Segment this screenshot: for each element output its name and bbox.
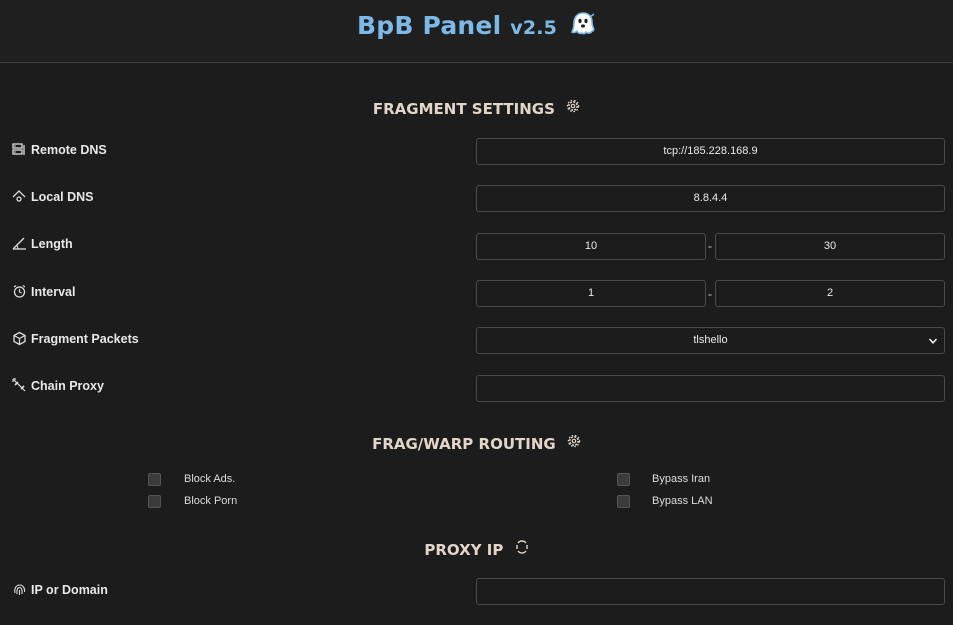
block-ads-label: Block Ads.: [184, 473, 236, 485]
app-title: BpB Panel v2.5: [0, 11, 953, 43]
ip-or-domain-label-text: IP or Domain: [31, 583, 108, 597]
local-dns-input[interactable]: 8.8.4.4: [476, 185, 945, 212]
interval-label-text: Interval: [31, 285, 76, 299]
interval-label: Interval: [12, 284, 75, 299]
block-porn-label: Block Porn: [184, 495, 238, 507]
routing-title: FRAG/WARP ROUTING: [0, 434, 953, 453]
bypass-lan-checkbox[interactable]: [617, 495, 630, 508]
ip-or-domain-input[interactable]: [476, 578, 945, 605]
chain-link-icon: [12, 378, 27, 393]
home-network-icon: [12, 189, 27, 204]
remote-dns-label: Remote DNS: [12, 142, 107, 157]
length-max-input[interactable]: 30: [715, 233, 945, 260]
fingerprint-icon: [12, 582, 27, 597]
remote-dns-label-text: Remote DNS: [31, 143, 107, 157]
bypass-lan-label: Bypass LAN: [652, 495, 713, 507]
length-min-input[interactable]: 10: [476, 233, 706, 260]
interval-separator: -: [708, 287, 712, 301]
length-separator: -: [708, 239, 712, 253]
alarm-clock-icon: [12, 284, 27, 299]
routing-title-text: FRAG/WARP ROUTING: [372, 435, 556, 453]
fragment-packets-selected-value: tlshello: [693, 334, 728, 346]
fragment-packets-label-text: Fragment Packets: [31, 332, 139, 346]
fragment-settings-title-text: FRAGMENT SETTINGS: [372, 100, 555, 118]
interval-max-input[interactable]: 2: [715, 280, 945, 307]
chain-proxy-label-text: Chain Proxy: [31, 379, 104, 393]
app-title-text: BpB Panel: [356, 11, 502, 40]
chevron-down-icon: [928, 338, 938, 344]
ip-or-domain-label: IP or Domain: [12, 582, 108, 597]
refresh-icon: [515, 540, 528, 554]
remote-dns-input[interactable]: tcp://185.228.168.9: [476, 138, 945, 165]
length-label: Length: [12, 236, 73, 251]
gear-icon: [567, 434, 581, 448]
proxy-ip-title: PROXY IP: [0, 540, 953, 559]
bypass-iran-checkbox[interactable]: [617, 473, 630, 486]
block-porn-checkbox[interactable]: [148, 495, 161, 508]
block-ads-checkbox[interactable]: [148, 473, 161, 486]
ruler-angle-icon: [12, 236, 27, 251]
bypass-iran-label: Bypass Iran: [652, 473, 711, 485]
chain-proxy-input[interactable]: [476, 375, 945, 402]
package-icon: [12, 331, 27, 346]
proxy-ip-title-text: PROXY IP: [424, 541, 504, 559]
chain-proxy-label: Chain Proxy: [12, 378, 104, 393]
interval-min-input[interactable]: 1: [476, 280, 706, 307]
app-version: v2.5: [510, 17, 558, 39]
fragment-packets-select[interactable]: tlshello: [476, 327, 945, 354]
local-dns-label-text: Local DNS: [31, 190, 94, 204]
app-header: BpB Panel v2.5: [0, 0, 953, 63]
length-label-text: Length: [31, 237, 73, 251]
gear-icon: [566, 99, 580, 113]
local-dns-label: Local DNS: [12, 189, 94, 204]
ghost-icon: [570, 11, 596, 43]
fragment-settings-title: FRAGMENT SETTINGS: [0, 99, 953, 118]
dns-server-icon: [12, 142, 27, 157]
fragment-packets-label: Fragment Packets: [12, 331, 139, 346]
